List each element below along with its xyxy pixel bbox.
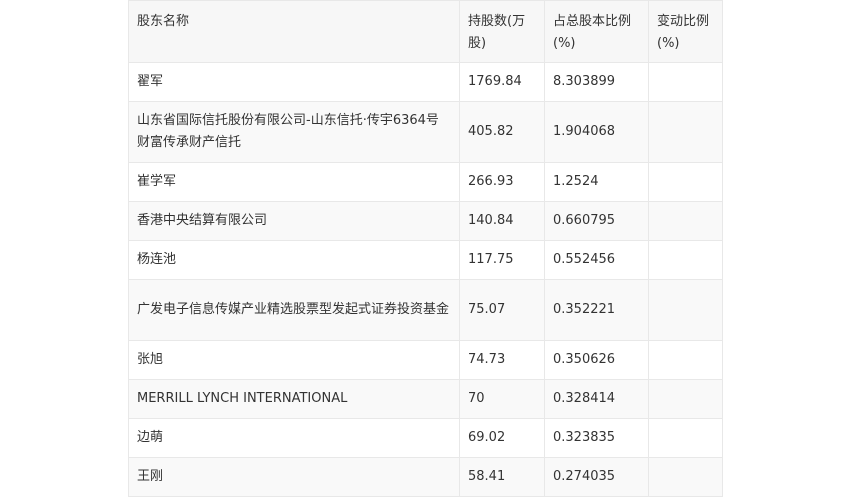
header-shareholder-name: 股东名称 — [128, 0, 460, 63]
cell-share-ratio: 0.274035 — [544, 457, 649, 497]
cell-shareholder-name: 广发电子信息传媒产业精选股票型发起式证券投资基金 — [128, 279, 460, 341]
table-row: MERRILL LYNCH INTERNATIONAL 70 0.328414 — [128, 379, 723, 419]
cell-change-ratio — [648, 101, 723, 163]
table-row: 杨连池 117.75 0.552456 — [128, 240, 723, 280]
cell-shareholder-name: 杨连池 — [128, 240, 460, 280]
cell-change-ratio — [648, 62, 723, 102]
table-row: 山东省国际信托股份有限公司-山东信托·传宇6364号财富传承财产信托 405.8… — [128, 101, 723, 163]
table-row: 张旭 74.73 0.350626 — [128, 340, 723, 380]
cell-shareholder-name: 崔学军 — [128, 162, 460, 202]
table-row: 翟军 1769.84 8.303899 — [128, 62, 723, 102]
cell-shares-held: 75.07 — [459, 279, 545, 341]
cell-change-ratio — [648, 201, 723, 241]
cell-share-ratio: 0.552456 — [544, 240, 649, 280]
table-row: 香港中央结算有限公司 140.84 0.660795 — [128, 201, 723, 241]
cell-shares-held: 58.41 — [459, 457, 545, 497]
cell-change-ratio — [648, 279, 723, 341]
cell-share-ratio: 0.328414 — [544, 379, 649, 419]
cell-shareholder-name: MERRILL LYNCH INTERNATIONAL — [128, 379, 460, 419]
cell-share-ratio: 1.2524 — [544, 162, 649, 202]
table-row: 广发电子信息传媒产业精选股票型发起式证券投资基金 75.07 0.352221 — [128, 279, 723, 341]
cell-share-ratio: 0.352221 — [544, 279, 649, 341]
cell-shares-held: 74.73 — [459, 340, 545, 380]
cell-share-ratio: 1.904068 — [544, 101, 649, 163]
cell-change-ratio — [648, 379, 723, 419]
cell-shares-held: 140.84 — [459, 201, 545, 241]
cell-shareholder-name: 王刚 — [128, 457, 460, 497]
cell-shareholder-name: 张旭 — [128, 340, 460, 380]
cell-shareholder-name: 山东省国际信托股份有限公司-山东信托·传宇6364号财富传承财产信托 — [128, 101, 460, 163]
header-shares-held: 持股数(万股) — [459, 0, 545, 63]
cell-shares-held: 1769.84 — [459, 62, 545, 102]
cell-share-ratio: 0.323835 — [544, 418, 649, 458]
cell-change-ratio — [648, 240, 723, 280]
shareholder-table: 股东名称 持股数(万股) 占总股本比例(%) 变动比例(%) 翟军 1769.8… — [128, 0, 723, 497]
table-row: 王刚 58.41 0.274035 — [128, 457, 723, 497]
cell-share-ratio: 8.303899 — [544, 62, 649, 102]
table-header-row: 股东名称 持股数(万股) 占总股本比例(%) 变动比例(%) — [128, 0, 723, 63]
cell-change-ratio — [648, 457, 723, 497]
cell-shares-held: 69.02 — [459, 418, 545, 458]
cell-change-ratio — [648, 418, 723, 458]
cell-shares-held: 117.75 — [459, 240, 545, 280]
cell-change-ratio — [648, 162, 723, 202]
cell-shares-held: 405.82 — [459, 101, 545, 163]
shareholder-table-container: 股东名称 持股数(万股) 占总股本比例(%) 变动比例(%) 翟军 1769.8… — [128, 0, 723, 497]
table-row: 崔学军 266.93 1.2524 — [128, 162, 723, 202]
cell-shares-held: 70 — [459, 379, 545, 419]
cell-share-ratio: 0.660795 — [544, 201, 649, 241]
cell-shareholder-name: 香港中央结算有限公司 — [128, 201, 460, 241]
cell-shareholder-name: 翟军 — [128, 62, 460, 102]
cell-share-ratio: 0.350626 — [544, 340, 649, 380]
header-share-ratio: 占总股本比例(%) — [544, 0, 649, 63]
header-change-ratio: 变动比例(%) — [648, 0, 723, 63]
cell-change-ratio — [648, 340, 723, 380]
cell-shares-held: 266.93 — [459, 162, 545, 202]
cell-shareholder-name: 边萌 — [128, 418, 460, 458]
table-row: 边萌 69.02 0.323835 — [128, 418, 723, 458]
